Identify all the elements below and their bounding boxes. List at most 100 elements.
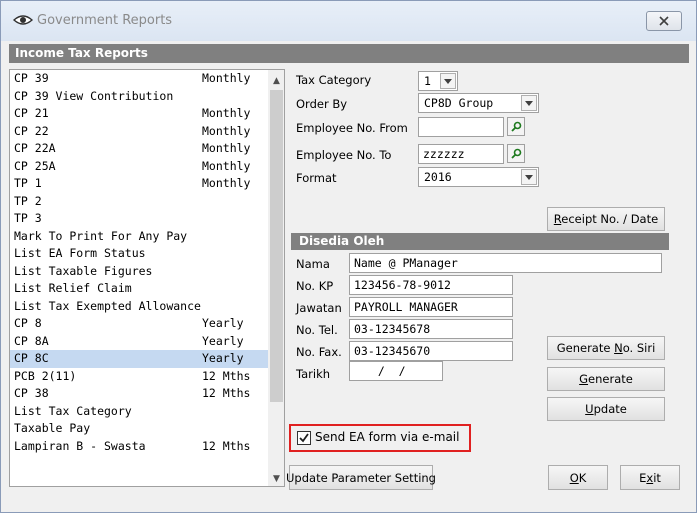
no-tel-input[interactable]: 03-12345678 [349,319,513,339]
update-button[interactable]: Update [547,397,665,421]
list-item-name: Mark To Print For Any Pay [14,228,188,243]
generate-mnemonic: G [579,372,589,386]
close-button[interactable] [646,11,682,31]
search-icon [510,148,521,159]
list-item[interactable]: CP 22A Monthly [10,140,268,158]
tarikh-input[interactable]: / / [349,361,443,381]
format-value: 2016 [424,170,452,184]
chevron-down-icon [521,169,537,185]
title-bar: Government Reports [1,1,696,41]
list-item-frequency: 12 Mths [202,368,251,383]
list-item[interactable]: PCB 2(11) 12 Mths [10,368,268,386]
list-item-frequency: Monthly [202,176,251,190]
list-item[interactable]: CP 39 Monthly [10,70,268,88]
close-icon [659,16,669,26]
exit-post: it [653,470,661,485]
scroll-down-arrow-icon[interactable]: ▼ [268,470,284,486]
search-icon [510,121,521,132]
list-item[interactable]: TP 2 [10,193,268,211]
report-list-items: CP 39 Monthly CP 39 View Contribution CP 21… [10,70,268,455]
send-ea-form-email-checkbox[interactable] [297,431,311,445]
no-fax-input[interactable]: 03-12345670 [349,341,513,361]
scroll-thumb[interactable] [270,90,283,402]
employee-to-label: Employee No. To [296,148,392,162]
list-item-name: List EA Form Status [14,246,146,260]
format-select[interactable]: 2016 [418,167,539,187]
list-item-frequency: Monthly [202,158,251,173]
list-item[interactable]: List Relief Claim [10,280,268,298]
exit-button[interactable]: Exit [620,465,680,490]
scroll-up-arrow-icon[interactable]: ▲ [268,72,284,89]
no-kp-label: No. KP [296,279,334,293]
list-item[interactable]: CP 38 12 Mths [10,385,268,403]
no-fax-label: No. Fax. [296,345,342,359]
employee-to-lookup-button[interactable] [507,144,525,163]
gen-siri-post: o. Siri [622,341,656,355]
receipt-button-label: Receipt No. / Date [554,212,658,226]
receipt-rest: eceipt No. / Date [561,212,659,226]
tarikh-label: Tarikh [296,367,331,381]
list-item-name: CP 8C [14,351,49,365]
list-item[interactable]: CP 39 View Contribution [10,88,268,106]
employee-from-lookup-button[interactable] [507,117,525,136]
list-item[interactable]: CP 8A Yearly [10,333,268,351]
list-item-frequency: Yearly [202,316,244,330]
list-item-name: CP 8 [14,316,42,330]
gen-siri-pre: Generate [556,341,615,355]
list-item[interactable]: List Tax Category [10,403,268,421]
no-kp-input[interactable]: 123456-78-9012 [349,275,513,295]
update-parameter-setting-button[interactable]: Update Parameter Setting [286,465,436,490]
list-item[interactable]: TP 3 [10,210,268,228]
list-scrollbar[interactable]: ▲ ▼ [268,70,284,486]
report-list[interactable]: CP 39 Monthly CP 39 View Contribution CP 21… [9,69,285,487]
nama-label: Nama [296,257,330,271]
order-by-label: Order By [296,97,348,111]
list-item[interactable]: List Tax Exempted Allowance [10,298,268,316]
eye-icon [13,15,33,25]
list-item[interactable]: CP 25A Monthly [10,158,268,176]
list-item[interactable]: List EA Form Status [10,245,268,263]
list-item[interactable]: CP 21 Monthly [10,105,268,123]
ok-button[interactable]: OK [548,465,608,490]
chevron-down-icon [440,73,456,89]
list-item-name: CP 39 [14,71,49,85]
nama-input[interactable]: Name @ PManager [349,253,662,273]
receipt-no-date-button[interactable]: Receipt No. / Date [547,207,665,231]
no-tel-label: No. Tel. [296,323,338,337]
generate-button[interactable]: Generate [547,367,665,391]
jawatan-label: Jawatan [296,301,342,315]
list-item-name: Taxable Pay [14,421,91,435]
list-item-name: CP 8A [14,333,49,348]
list-item[interactable]: CP 8C Yearly [10,350,268,368]
list-item-frequency: Yearly [202,333,244,348]
send-ea-form-email-highlight: Send EA form via e-mail [289,424,471,452]
list-item[interactable]: List Taxable Figures [10,263,268,281]
list-item[interactable]: CP 8 Yearly [10,315,268,333]
jawatan-input[interactable]: PAYROLL MANAGER [349,297,513,317]
ok-rest: K [578,470,587,485]
employee-from-input[interactable] [418,117,504,137]
list-item-name: List Taxable Figures [14,263,153,278]
list-item-frequency: Monthly [202,71,251,85]
generate-no-siri-button[interactable]: Generate No. Siri [547,336,665,360]
list-item[interactable]: TP 1 Monthly [10,175,268,193]
list-item-name: TP 3 [14,211,42,225]
list-item[interactable]: Mark To Print For Any Pay [10,228,268,246]
tax-category-select[interactable]: 1 [418,71,458,91]
list-item[interactable]: CP 22 Monthly [10,123,268,141]
employee-to-input[interactable]: zzzzzz [418,144,504,164]
order-by-select[interactable]: CP8D Group [418,93,539,113]
list-item-frequency: Monthly [202,123,251,138]
list-item-name: CP 39 View Contribution [14,88,174,103]
list-item[interactable]: Taxable Pay [10,420,268,438]
section-header: Income Tax Reports [9,44,689,63]
list-item-name: CP 21 [14,106,49,120]
update-mnemonic: U [585,402,594,416]
checkmark-icon [299,433,309,443]
list-item-frequency: Monthly [202,106,251,120]
generate-no-siri-label: Generate No. Siri [557,341,656,355]
update-label: Update [585,402,627,416]
list-item[interactable]: Lampiran B - Swasta 12 Mths [10,438,268,456]
generate-rest: enerate [588,372,633,386]
chevron-down-icon [521,95,537,111]
